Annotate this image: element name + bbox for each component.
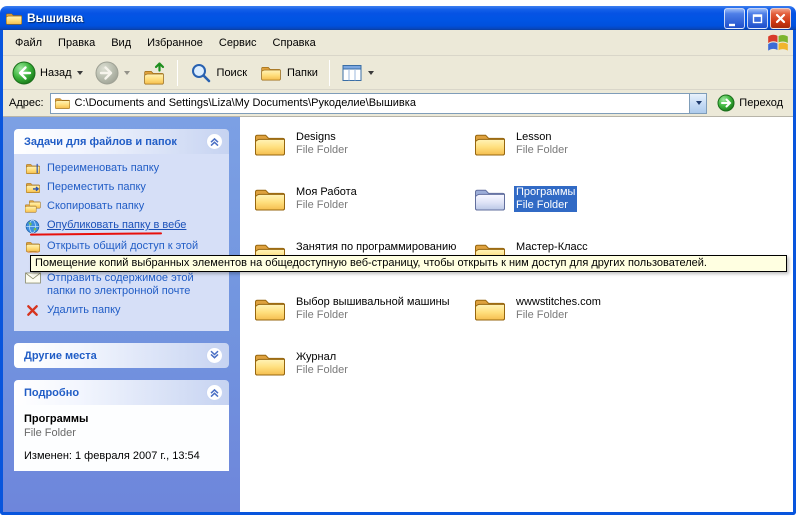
file-item-programmy[interactable]: ПрограммыFile Folder: [473, 185, 693, 240]
forward-arrow-icon: [95, 61, 119, 85]
tooltip: Помещение копий выбранных элементов на о…: [30, 255, 787, 272]
chevron-up-icon[interactable]: [206, 133, 223, 150]
other-places-panel: Другие места: [14, 343, 229, 368]
details-header[interactable]: Подробно: [14, 380, 229, 405]
other-places-header[interactable]: Другие места: [14, 343, 229, 368]
move-folder-icon: [24, 181, 41, 194]
task-delete-folder[interactable]: Удалить папку: [24, 304, 223, 317]
toolbar-separator: [177, 60, 178, 86]
details-panel: Подробно Программы File Folder Изменен: …: [14, 380, 229, 471]
window-title: Вышивка: [27, 11, 724, 25]
menu-view[interactable]: Вид: [103, 34, 139, 52]
title-bar: Вышивка: [0, 6, 796, 30]
folders-button[interactable]: Папки: [254, 59, 323, 87]
chevron-up-icon[interactable]: [206, 384, 223, 401]
copy-folder-icon: [24, 200, 41, 213]
details-type: File Folder: [24, 427, 223, 439]
chevron-down-icon[interactable]: [206, 347, 223, 364]
details-modified: Изменен: 1 февраля 2007 г., 13:54: [24, 449, 223, 463]
folder-icon: [253, 295, 287, 323]
views-icon: [341, 62, 363, 84]
windows-logo-icon: [766, 31, 790, 55]
explorer-window: Вышивка Файл Правка Вид Избранное Сервис…: [0, 6, 796, 515]
back-arrow-icon: [12, 61, 36, 85]
go-button[interactable]: Переход: [713, 92, 787, 114]
minimize-button[interactable]: [724, 8, 745, 29]
publish-web-icon: [24, 219, 41, 234]
close-button[interactable]: [770, 8, 791, 29]
folders-icon: [259, 61, 283, 85]
folder-icon: [253, 130, 287, 158]
task-move-folder[interactable]: Переместить папку: [24, 181, 223, 194]
folder-icon: [253, 350, 287, 378]
folder-icon: [473, 295, 507, 323]
menu-edit[interactable]: Правка: [50, 34, 103, 52]
folder-icon-selected: [473, 185, 507, 213]
go-label: Переход: [739, 97, 783, 109]
toolbar-separator: [329, 60, 330, 86]
search-label: Поиск: [217, 67, 247, 79]
back-dropdown-icon[interactable]: [77, 71, 83, 75]
menu-help[interactable]: Справка: [265, 34, 324, 52]
file-item-zhurnal[interactable]: ЖурналFile Folder: [253, 350, 473, 405]
search-button[interactable]: Поиск: [184, 59, 252, 87]
back-label: Назад: [40, 67, 72, 79]
email-icon: [24, 272, 41, 284]
menu-favorites[interactable]: Избранное: [139, 34, 211, 52]
address-bar: Адрес: C:\Documents and Settings\Liza\My…: [3, 90, 793, 117]
address-value: C:\Documents and Settings\Liza\My Docume…: [75, 97, 690, 109]
file-tasks-header[interactable]: Задачи для файлов и папок: [14, 129, 229, 154]
forward-button[interactable]: [90, 59, 135, 87]
file-item-vybor-mashiny[interactable]: Выбор вышивальной машиныFile Folder: [253, 295, 473, 350]
file-tasks-title: Задачи для файлов и папок: [24, 136, 177, 148]
details-body: Программы File Folder Изменен: 1 февраля…: [14, 405, 229, 471]
share-folder-icon: [24, 240, 41, 253]
details-name: Программы: [24, 413, 223, 425]
delete-icon: [24, 304, 41, 317]
menu-bar: Файл Правка Вид Избранное Сервис Справка: [3, 30, 793, 56]
file-item-lesson[interactable]: LessonFile Folder: [473, 130, 693, 185]
address-folder-icon: [54, 96, 71, 110]
menu-tools[interactable]: Сервис: [211, 34, 265, 52]
menu-file[interactable]: Файл: [7, 34, 50, 52]
chevron-down-icon: [696, 101, 702, 105]
details-title: Подробно: [24, 387, 79, 399]
task-pane: Задачи для файлов и папок Переименовать …: [3, 117, 240, 512]
file-item-wwwstitches[interactable]: wwwstitches.comFile Folder: [473, 295, 693, 350]
file-item-moya-rabota[interactable]: Моя РаботаFile Folder: [253, 185, 473, 240]
folder-icon: [253, 185, 287, 213]
up-button[interactable]: [137, 59, 171, 87]
go-arrow-icon: [717, 94, 735, 112]
task-rename-folder[interactable]: Переименовать папку: [24, 162, 223, 175]
file-tasks-panel: Задачи для файлов и папок Переименовать …: [14, 129, 229, 331]
window-folder-icon: [5, 11, 23, 26]
folders-label: Папки: [287, 67, 318, 79]
file-tasks-body: Переименовать папку Переместить папку: [14, 154, 229, 331]
up-folder-icon: [142, 61, 166, 85]
rename-folder-icon: [24, 162, 41, 175]
task-email-folder[interactable]: Отправить содержимое этой папки по элект…: [24, 272, 223, 298]
folder-icon: [473, 130, 507, 158]
maximize-button[interactable]: [747, 8, 768, 29]
file-item-designs[interactable]: DesignsFile Folder: [253, 130, 473, 185]
views-dropdown-icon[interactable]: [368, 71, 374, 75]
forward-dropdown-icon: [124, 71, 130, 75]
task-copy-folder[interactable]: Скопировать папку: [24, 200, 223, 213]
address-label: Адрес:: [9, 97, 44, 109]
address-input[interactable]: C:\Documents and Settings\Liza\My Docume…: [50, 93, 708, 114]
toolbar: Назад: [3, 56, 793, 90]
file-grid: DesignsFile Folder LessonFile Folder Моя…: [240, 117, 793, 512]
other-places-title: Другие места: [24, 350, 97, 362]
views-button[interactable]: [336, 60, 379, 86]
search-icon: [189, 61, 213, 85]
back-button[interactable]: Назад: [7, 59, 88, 87]
address-dropdown-button[interactable]: [689, 94, 706, 113]
